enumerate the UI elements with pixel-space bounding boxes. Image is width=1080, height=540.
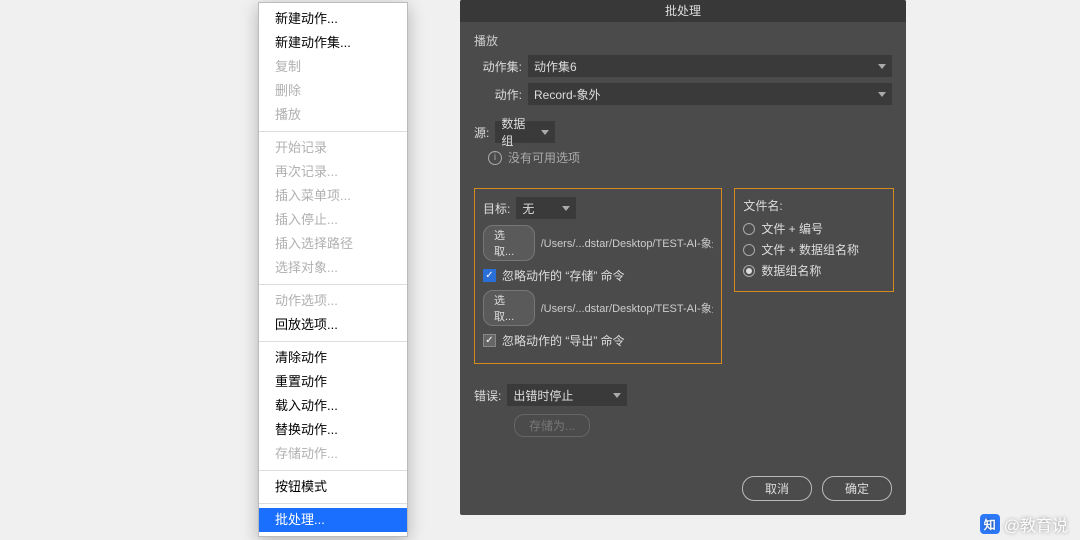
- filename-label: 文件名:: [743, 197, 885, 214]
- filename-panel: 文件名: 文件 + 编号文件 + 数据组名称数据组名称: [734, 188, 894, 292]
- destination-panel: 目标: 无 选取... /Users/...dstar/Desktop/TEST…: [474, 188, 722, 364]
- dest-label: 目标:: [483, 200, 510, 217]
- source-value: 数据组: [501, 115, 533, 149]
- cancel-button[interactable]: 取消: [742, 476, 812, 501]
- menu-item[interactable]: 新建动作集...: [259, 31, 407, 55]
- menu-item[interactable]: 重置动作: [259, 370, 407, 394]
- menu-item: 存储动作...: [259, 442, 407, 466]
- menu-item[interactable]: 清除动作: [259, 346, 407, 370]
- dest-path-2: /Users/...dstar/Desktop/TEST-AI-象外: [541, 300, 714, 316]
- dialog-buttons: 取消 确定: [742, 476, 892, 501]
- chevron-down-icon: [613, 393, 621, 398]
- action-set-value: 动作集6: [534, 58, 577, 75]
- action-set-label: 动作集:: [474, 58, 522, 75]
- no-options-info: i 没有可用选项: [488, 149, 892, 166]
- filename-option[interactable]: 文件 + 编号: [743, 220, 885, 237]
- menu-separator: [259, 503, 407, 504]
- override-export-label: 忽略动作的 “导出” 命令: [502, 332, 625, 349]
- menu-item[interactable]: 新建动作...: [259, 7, 407, 31]
- actions-context-menu: 新建动作...新建动作集...复制删除播放开始记录再次记录...插入菜单项...…: [258, 2, 408, 537]
- menu-item: 再次记录...: [259, 160, 407, 184]
- source-section: 源: 数据组 i 没有可用选项: [460, 111, 906, 166]
- menu-item: 插入停止...: [259, 208, 407, 232]
- source-label: 源:: [474, 124, 489, 141]
- dest-select[interactable]: 无: [516, 197, 576, 219]
- play-section-title: 播放: [474, 32, 892, 49]
- filename-option-label: 数据组名称: [761, 262, 821, 279]
- error-section: 错误: 出错时停止 存储为...: [460, 364, 906, 437]
- radio-icon: [743, 244, 755, 256]
- menu-item: 插入选择路径: [259, 232, 407, 256]
- menu-item: 插入菜单项...: [259, 184, 407, 208]
- source-select[interactable]: 数据组: [495, 121, 555, 143]
- batch-dialog: 批处理 播放 动作集: 动作集6 动作: Record-象外 源: 数据组: [460, 0, 906, 515]
- error-label: 错误:: [474, 387, 501, 404]
- menu-separator: [259, 341, 407, 342]
- filename-option-label: 文件 + 数据组名称: [761, 241, 859, 258]
- menu-item: 删除: [259, 79, 407, 103]
- choose-folder-button-2[interactable]: 选取...: [483, 290, 535, 326]
- menu-item[interactable]: 载入动作...: [259, 394, 407, 418]
- chevron-down-icon: [562, 206, 570, 211]
- filename-option-label: 文件 + 编号: [761, 220, 823, 237]
- override-save-label: 忽略动作的 “存储” 命令: [502, 267, 625, 284]
- choose-folder-button-1[interactable]: 选取...: [483, 225, 535, 261]
- watermark: 知 @教育说: [980, 512, 1068, 536]
- no-options-text: 没有可用选项: [508, 149, 580, 166]
- play-section: 播放 动作集: 动作集6 动作: Record-象外: [460, 22, 906, 105]
- filename-option[interactable]: 数据组名称: [743, 262, 885, 279]
- menu-item: 开始记录: [259, 136, 407, 160]
- menu-separator: [259, 284, 407, 285]
- action-label: 动作:: [474, 86, 522, 103]
- menu-separator: [259, 131, 407, 132]
- filename-option[interactable]: 文件 + 数据组名称: [743, 241, 885, 258]
- override-export-checkbox[interactable]: ✓: [483, 334, 496, 347]
- ok-button[interactable]: 确定: [822, 476, 892, 501]
- menu-item[interactable]: 按钮模式: [259, 475, 407, 499]
- dialog-title: 批处理: [460, 0, 906, 22]
- dest-path-1: /Users/...dstar/Desktop/TEST-AI-象外: [541, 235, 714, 251]
- dest-value: 无: [522, 200, 534, 217]
- menu-item[interactable]: 替换动作...: [259, 418, 407, 442]
- menu-item: 选择对象...: [259, 256, 407, 280]
- save-as-button: 存储为...: [514, 414, 590, 437]
- chevron-down-icon: [878, 92, 886, 97]
- menu-item[interactable]: 批处理...: [259, 508, 407, 532]
- action-select[interactable]: Record-象外: [528, 83, 892, 105]
- menu-item: 复制: [259, 55, 407, 79]
- info-icon: i: [488, 151, 502, 165]
- watermark-text: @教育说: [1004, 512, 1068, 536]
- chevron-down-icon: [878, 64, 886, 69]
- action-value: Record-象外: [534, 86, 601, 103]
- menu-item: 播放: [259, 103, 407, 127]
- zhihu-icon: 知: [980, 514, 1000, 534]
- menu-item: 动作选项...: [259, 289, 407, 313]
- error-select[interactable]: 出错时停止: [507, 384, 627, 406]
- radio-icon: [743, 265, 755, 277]
- chevron-down-icon: [541, 130, 549, 135]
- action-set-select[interactable]: 动作集6: [528, 55, 892, 77]
- menu-separator: [259, 470, 407, 471]
- override-save-checkbox[interactable]: ✓: [483, 269, 496, 282]
- menu-item[interactable]: 回放选项...: [259, 313, 407, 337]
- error-value: 出错时停止: [513, 387, 573, 404]
- radio-icon: [743, 223, 755, 235]
